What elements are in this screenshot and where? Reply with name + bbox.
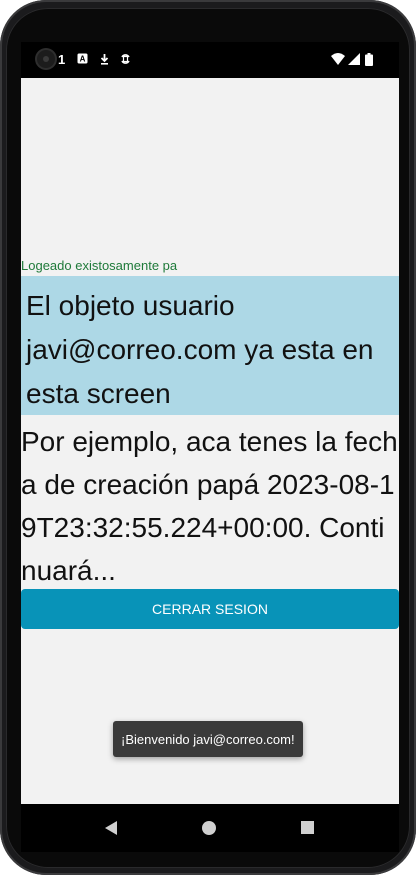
logout-button[interactable]: CERRAR SESION <box>21 589 399 629</box>
front-camera <box>37 50 55 68</box>
svg-text:A: A <box>80 55 86 64</box>
device-frame: 1 A Logeado existosamente pa El objeto u… <box>0 0 416 875</box>
sync-icon <box>120 53 131 69</box>
user-info-box: El objeto usuario javi@correo.com ya est… <box>21 276 399 415</box>
back-icon[interactable] <box>105 821 117 835</box>
battery-icon <box>365 53 373 70</box>
notification-a-icon: A <box>77 53 88 68</box>
app-screen: Logeado existosamente pa El objeto usuar… <box>21 78 399 804</box>
navigation-bar <box>21 804 399 852</box>
wifi-icon <box>331 53 345 69</box>
status-bar: 1 A <box>21 42 399 78</box>
cell-signal-icon <box>348 53 360 69</box>
login-success-message: Logeado existosamente pa <box>21 258 178 273</box>
download-icon <box>99 53 110 69</box>
welcome-toast: ¡Bienvenido javi@correo.com! <box>113 721 303 757</box>
recents-icon[interactable] <box>301 821 314 834</box>
creation-date-text: Por ejemplo, aca tenes la fecha de creac… <box>21 426 398 586</box>
home-icon[interactable] <box>202 821 216 835</box>
status-time: 1 <box>58 52 66 67</box>
user-info-text: El objeto usuario javi@correo.com ya est… <box>26 290 374 409</box>
